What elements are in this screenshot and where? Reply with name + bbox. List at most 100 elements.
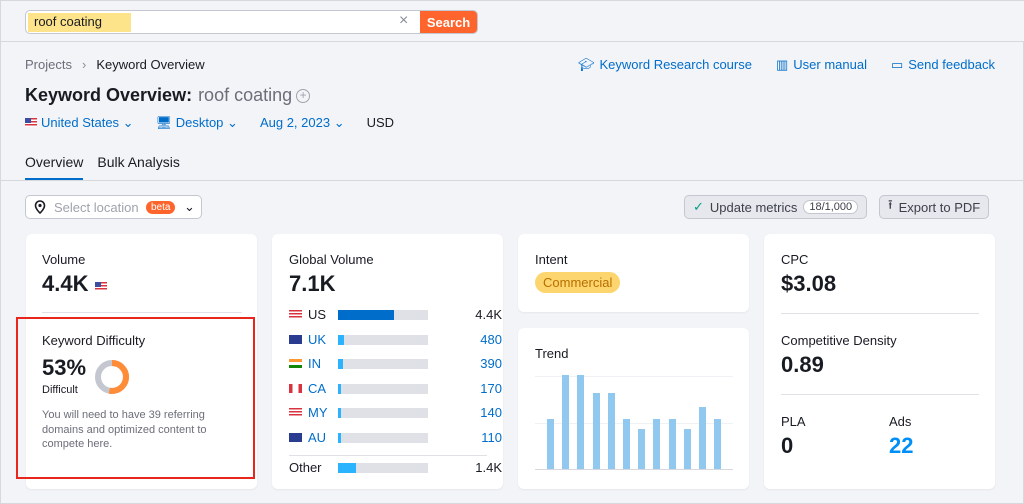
intent-label: Intent xyxy=(535,252,568,267)
tabs: Overview Bulk Analysis xyxy=(25,154,180,180)
device-select[interactable]: 🖥︎ Desktop ⌄ xyxy=(156,115,238,131)
trend-bar[interactable] xyxy=(714,419,722,469)
search-button[interactable]: Search xyxy=(420,11,477,33)
competitive-density-value: 0.89 xyxy=(781,352,824,377)
volume-bar-track xyxy=(338,334,428,345)
global-volume-row[interactable]: CA 170 xyxy=(289,380,502,397)
send-feedback-link[interactable]: ▭ Send feedback xyxy=(891,57,995,73)
link-label: Send feedback xyxy=(908,57,995,72)
country-volume: 1.4K xyxy=(475,460,502,475)
card-divider xyxy=(42,312,242,313)
trend-bar[interactable] xyxy=(577,375,585,469)
country-label: United States xyxy=(41,115,120,130)
update-metrics-label: Update metrics xyxy=(709,199,798,215)
trend-bar[interactable] xyxy=(638,428,646,469)
competitive-density-label: Competitive Density xyxy=(781,333,897,348)
volume-bar-track xyxy=(338,408,428,418)
trend-bar[interactable] xyxy=(592,392,600,469)
update-metrics-button[interactable]: ✓ Update metrics 18/1,000 xyxy=(684,195,868,219)
uk-flag-icon xyxy=(289,334,302,344)
card-divider xyxy=(781,313,979,314)
country-code: IN xyxy=(308,356,321,371)
country-volume[interactable]: 110 xyxy=(481,430,502,445)
volume-bar-fill xyxy=(338,463,356,473)
trend-bar[interactable] xyxy=(683,428,691,469)
search-value[interactable]: roof coating xyxy=(34,14,102,29)
global-volume-row[interactable]: UK 480 xyxy=(289,332,502,348)
link-label: User manual xyxy=(793,57,867,72)
country-volume[interactable]: 170 xyxy=(480,381,502,396)
feedback-icon: ▭ xyxy=(890,57,904,72)
volume-bar-fill xyxy=(338,432,341,443)
location-select[interactable]: Select location beta ⌄ xyxy=(25,195,202,219)
chevron-down-icon: ⌄ xyxy=(122,115,134,130)
trend-bar[interactable] xyxy=(547,419,554,469)
currency-label: USD xyxy=(366,115,395,130)
user-manual-link[interactable]: ▥ User manual xyxy=(776,57,867,73)
volume-bar-fill xyxy=(338,359,343,369)
volume-bar-track xyxy=(338,432,428,443)
book-icon: ▥ xyxy=(775,57,789,72)
au-flag-icon xyxy=(289,432,302,442)
ads-label: Ads xyxy=(889,414,912,429)
ads-value[interactable]: 22 xyxy=(889,433,913,459)
global-volume-row: Other 1.4K xyxy=(289,460,502,476)
volume-number: 4.4K xyxy=(42,271,89,296)
country-code: AU xyxy=(308,429,327,445)
trend-bar[interactable] xyxy=(668,419,676,469)
tab-overview[interactable]: Overview xyxy=(25,154,84,180)
intent-card: Intent Commercial xyxy=(518,234,749,312)
volume-value: 4.4K xyxy=(42,271,111,297)
ca-flag-icon xyxy=(289,383,302,393)
volume-bar-fill xyxy=(338,334,345,345)
trend-card: Trend xyxy=(518,328,749,489)
trend-bar[interactable] xyxy=(607,392,615,469)
trend-bar[interactable] xyxy=(699,406,706,469)
pla-value: 0 xyxy=(781,433,794,458)
breadcrumb: Projects › Keyword Overview xyxy=(25,57,205,72)
link-label: Keyword Research course xyxy=(599,57,752,72)
trend-bar[interactable] xyxy=(653,419,661,469)
cpc-card: CPC $3.08 Competitive Density 0.89 PLA 0… xyxy=(764,234,995,489)
us-flag-icon xyxy=(94,282,107,291)
breadcrumb-projects[interactable]: Projects xyxy=(25,57,72,72)
volume-bar-track xyxy=(338,359,428,369)
global-volume-row: US 4.4K xyxy=(289,307,502,323)
trend-bar[interactable] xyxy=(562,375,570,469)
keyword-search-input[interactable]: roof coating × Search xyxy=(25,10,478,34)
card-divider xyxy=(781,394,979,395)
country-select[interactable]: United States ⌄ xyxy=(25,115,134,131)
country-code: CA xyxy=(308,380,327,396)
export-pdf-button[interactable]: ⭱ Export to PDF xyxy=(879,195,990,219)
pla-label: PLA xyxy=(781,414,806,429)
beta-badge: beta xyxy=(146,201,176,214)
global-volume-value: 7.1K xyxy=(289,271,336,296)
global-volume-row[interactable]: AU 110 xyxy=(289,429,502,446)
header-links: 🎓︎ Keyword Research course ▥ User manual ▭… xyxy=(578,57,995,73)
country-volume[interactable]: 480 xyxy=(480,332,502,347)
global-volume-card: Global Volume 7.1K US 4.4K UK 480 IN 390 CA 170… xyxy=(272,234,503,489)
title-keyword: roof coating xyxy=(198,85,293,105)
my-flag-icon xyxy=(289,408,302,417)
desktop-icon: 🖥︎ xyxy=(155,115,173,130)
location-pin-icon xyxy=(34,200,46,214)
volume-bar-fill xyxy=(338,383,341,394)
device-label: Desktop xyxy=(175,115,224,130)
page-title: Keyword Overview: roof coating + xyxy=(25,85,311,106)
volume-bar-track xyxy=(338,310,428,320)
global-volume-row[interactable]: MY 140 xyxy=(289,405,502,421)
add-plus-icon[interactable]: + xyxy=(296,89,311,103)
country-volume[interactable]: 140 xyxy=(480,405,502,420)
date-select[interactable]: Aug 2, 2023 ⌄ xyxy=(260,115,345,131)
volume-bar-track xyxy=(338,383,428,394)
country-volume[interactable]: 390 xyxy=(480,356,502,371)
in-flag-icon xyxy=(289,359,302,368)
location-placeholder: Select location xyxy=(54,200,139,215)
clear-icon[interactable]: × xyxy=(399,12,408,30)
tab-bulk-analysis[interactable]: Bulk Analysis xyxy=(97,154,179,180)
country-code: US xyxy=(308,307,327,322)
trend-bar[interactable] xyxy=(623,419,630,469)
cpc-label: CPC xyxy=(781,252,809,267)
keyword-research-course-link[interactable]: 🎓︎ Keyword Research course xyxy=(578,57,752,73)
global-volume-row[interactable]: IN 390 xyxy=(289,356,502,372)
